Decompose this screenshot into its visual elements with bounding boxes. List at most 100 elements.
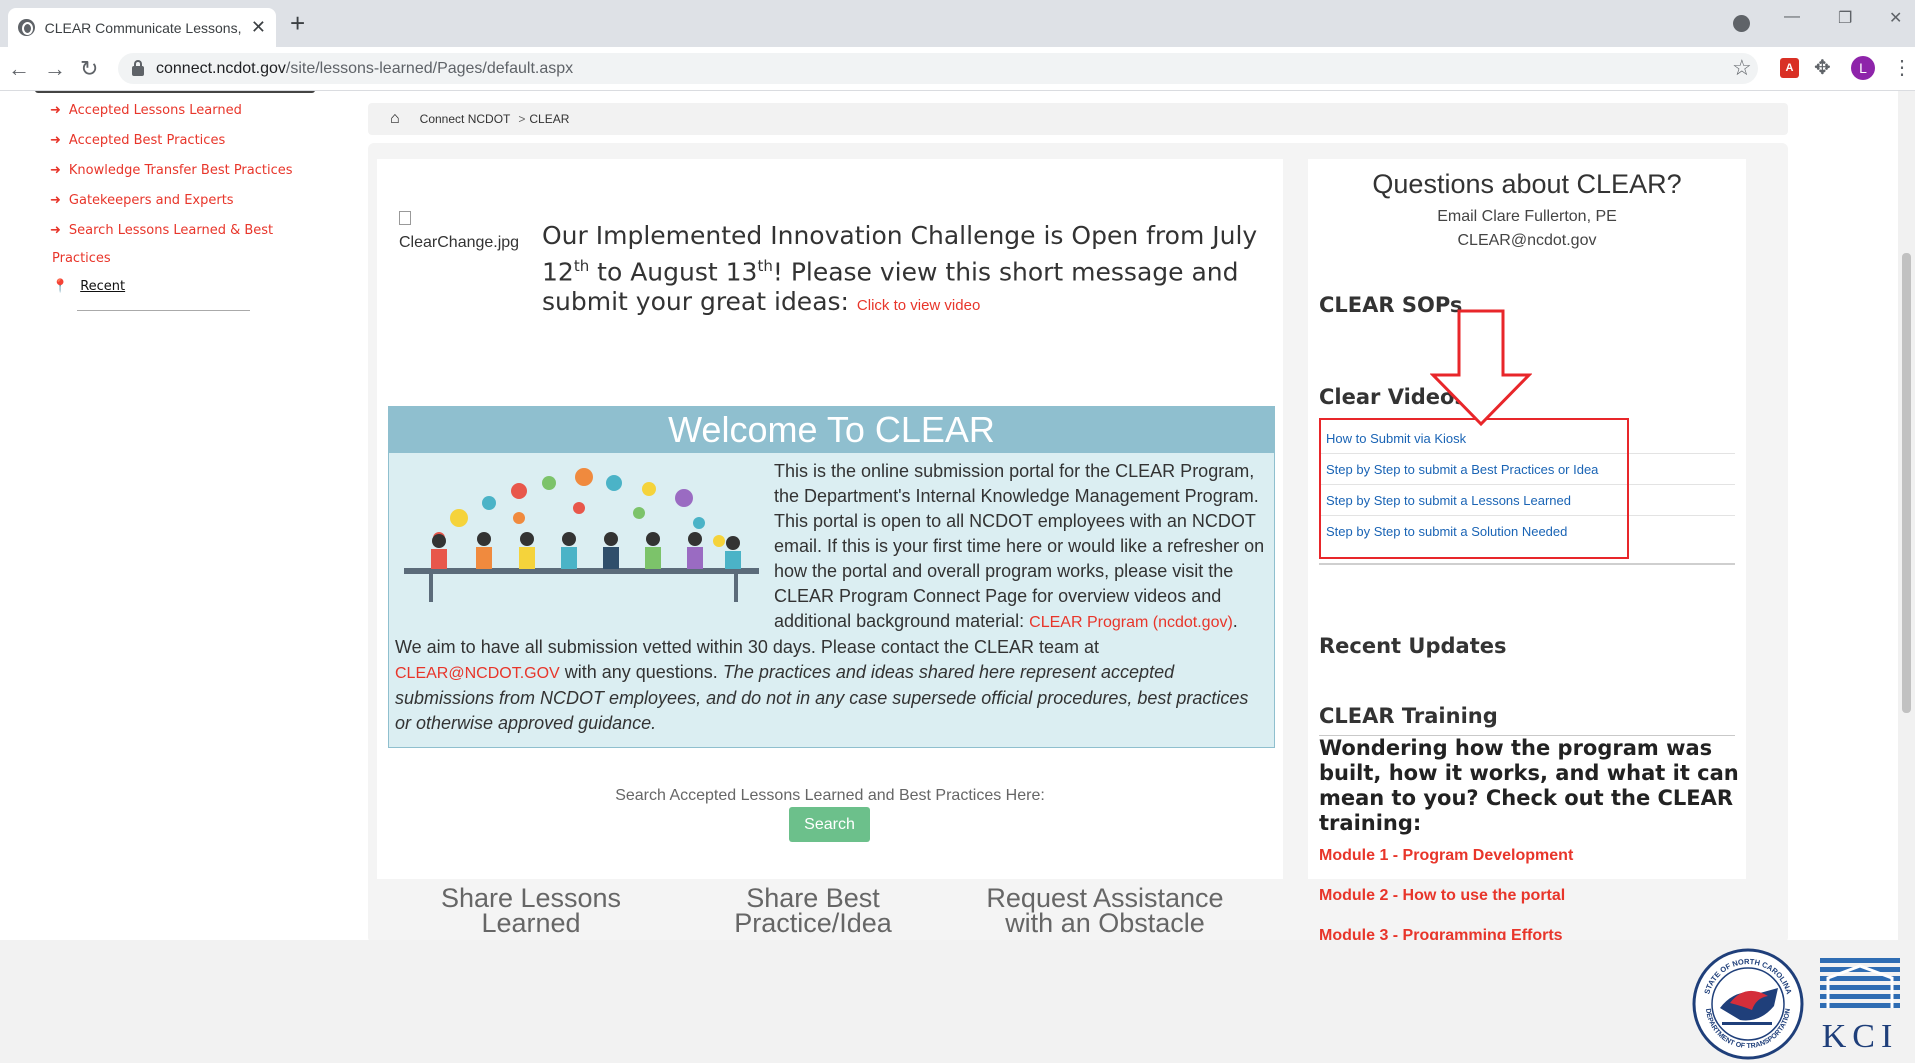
broken-image-icon [399, 211, 411, 225]
image-alt-text: ClearChange.jpg [399, 234, 520, 251]
tab-search-icon[interactable] [1733, 15, 1750, 32]
url-path: /site/lessons-learned/Pages/default.aspx [285, 59, 574, 77]
team-illustration-svg [404, 468, 759, 602]
welcome-text-3: with any questions. [559, 662, 723, 682]
reload-icon[interactable]: ↻ [80, 56, 98, 82]
scrollbar-thumb[interactable] [1902, 253, 1911, 713]
nav-search-lessons[interactable]: ➜ Search Lessons Learned & Best [50, 223, 273, 238]
new-tab-button[interactable]: + [290, 8, 305, 39]
url-text: connect.ncdot.gov/site/lessons-learned/P… [156, 60, 573, 78]
welcome-box: Welcome To CLEAR This is the online subm… [388, 406, 1275, 748]
ncdot-seal-logo: STATE OF NORTH CAROLINA DEPARTMENT OF TR… [1692, 948, 1804, 1060]
arrow-right-icon: ➜ [50, 163, 61, 178]
people [431, 532, 741, 569]
left-nav-divider [77, 310, 250, 311]
forward-icon[interactable]: → [44, 56, 66, 82]
arrow-right-icon: ➜ [50, 193, 61, 208]
home-icon[interactable]: ⌂ [390, 110, 400, 128]
search-label: Search Accepted Lessons Learned and Best… [615, 787, 1045, 804]
nav-label: Accepted Lessons Learned [68, 103, 242, 118]
share-lessons-line2: Learned [481, 908, 581, 938]
module-1-link[interactable]: Module 1 - Program Development [1319, 847, 1573, 865]
welcome-text-1: This is the online submission portal for… [774, 461, 1265, 631]
page-viewport: ➜ Accepted Lessons Learned ➜ Accepted Best… [0, 91, 1915, 940]
nav-recent-label: Recent [80, 279, 126, 294]
recent-updates-heading: Recent Updates [1319, 634, 1507, 658]
arrow-right-icon: ➜ [50, 223, 61, 238]
address-bar-row: ← → ↻ connect.ncdot.gov/site/lessons-lea… [0, 47, 1915, 91]
request-assistance[interactable]: Request Assistance with an Obstacle [965, 885, 1245, 938]
view-video-link[interactable]: Click to view video [857, 297, 980, 314]
nav-recent[interactable]: 📍 Recent [52, 279, 125, 294]
back-icon[interactable]: ← [8, 56, 30, 82]
breadcrumb-separator: > [518, 112, 526, 126]
footer-logo-band [0, 940, 1915, 1063]
arrow-right-icon: ➜ [50, 133, 61, 148]
request-assist-line2: with an Obstacle [1005, 908, 1205, 938]
team-illustration [399, 463, 764, 608]
breadcrumb-root[interactable]: Connect NCDOT [420, 112, 511, 126]
right-sidebar-card: Questions about CLEAR? Email Clare Fulle… [1308, 159, 1746, 940]
training-prompt: Wondering how the program was built, how… [1319, 736, 1739, 835]
welcome-body: This is the online submission portal for… [389, 453, 1274, 736]
nav-label: Knowledge Transfer Best Practices [68, 163, 293, 178]
breadcrumb: ⌂ Connect NCDOT > CLEAR [368, 103, 1788, 135]
kci-stripes [1820, 958, 1900, 1008]
left-nav-top-bar [35, 91, 315, 93]
menu-kebab-icon[interactable]: ⋮ [1892, 55, 1912, 80]
nav-knowledge-transfer[interactable]: ➜ Knowledge Transfer Best Practices [50, 163, 293, 178]
nav-accepted-best-practices[interactable]: ➜ Accepted Best Practices [50, 133, 225, 148]
browser-tab[interactable]: CLEAR Communicate Lessons, Ex ✕ [8, 8, 276, 47]
share-lessons-learned[interactable]: Share Lessons Learned [411, 885, 651, 938]
kci-logo: KCI [1820, 958, 1900, 1055]
browser-tab-strip: CLEAR Communicate Lessons, Ex ✕ + — ❐ ✕ [0, 0, 1915, 47]
annotation-highlight-box [1319, 418, 1629, 559]
breadcrumb-current: CLEAR [529, 112, 570, 126]
questions-title: Questions about CLEAR? [1372, 169, 1682, 199]
lock-icon [132, 59, 144, 76]
window-close-icon[interactable]: ✕ [1889, 8, 1902, 28]
clearchange-image: ClearChange.jpg [399, 207, 529, 255]
challenge-announcement: Our Implemented Innovation Challenge is … [542, 221, 1272, 321]
clear-email-link[interactable]: CLEAR@NCDOT.GOV [395, 665, 560, 682]
module-3-link[interactable]: Module 3 - Programming Efforts [1319, 927, 1563, 940]
welcome-title: Welcome To CLEAR [389, 407, 1274, 453]
globe-icon [18, 19, 35, 36]
videos-divider [1319, 563, 1735, 565]
nav-gatekeepers[interactable]: ➜ Gatekeepers and Experts [50, 193, 234, 208]
share-best-practice[interactable]: Share Best Practice/Idea [693, 885, 933, 938]
nav-label: Search Lessons Learned & Best [68, 223, 274, 238]
module-2-link[interactable]: Module 2 - How to use the portal [1319, 887, 1565, 905]
profile-avatar[interactable]: L [1851, 56, 1875, 80]
nav-label: Gatekeepers and Experts [68, 193, 234, 208]
annotation-arrow-icon [1430, 309, 1532, 427]
extensions-icon[interactable]: ✥ [1814, 55, 1831, 80]
questions-email[interactable]: CLEAR@ncdot.gov [1308, 232, 1746, 250]
desk-legs [429, 574, 738, 602]
url-field[interactable]: connect.ncdot.gov/site/lessons-learned/P… [118, 53, 1758, 84]
minimize-icon[interactable]: — [1784, 8, 1800, 26]
announce-text-2: to August 13 [589, 257, 758, 287]
bookmark-star-icon[interactable]: ☆ [1732, 55, 1752, 81]
tab-title: CLEAR Communicate Lessons, Ex [44, 19, 245, 36]
speech-bubbles [433, 468, 725, 547]
nav-search-lessons-cont[interactable]: Practices [52, 251, 111, 266]
announce-sup-1: th [573, 257, 590, 275]
pdf-extension-icon[interactable]: A [1780, 58, 1799, 78]
center-card: ClearChange.jpg Our Implemented Innovati… [377, 159, 1283, 937]
url-host: connect.ncdot.gov [156, 59, 286, 77]
announce-sup-2: th [757, 257, 773, 275]
share-best-line2: Practice/Idea [734, 908, 892, 938]
tab-close-icon[interactable]: ✕ [251, 17, 266, 38]
clear-training-heading: CLEAR Training [1319, 704, 1498, 728]
nav-label: Accepted Best Practices [68, 133, 226, 148]
restore-icon[interactable]: ❐ [1838, 8, 1852, 28]
search-button[interactable]: Search [789, 807, 870, 842]
questions-contact: Email Clare Fullerton, PE [1437, 208, 1617, 225]
clear-program-link[interactable]: CLEAR Program (ncdot.gov) [1029, 614, 1233, 631]
pin-icon: 📍 [52, 279, 69, 294]
nav-accepted-lessons[interactable]: ➜ Accepted Lessons Learned [50, 103, 242, 118]
page-scrollbar[interactable] [1898, 91, 1915, 940]
kci-wordmark: KCI [1821, 1018, 1899, 1055]
arrow-right-icon: ➜ [50, 103, 61, 118]
